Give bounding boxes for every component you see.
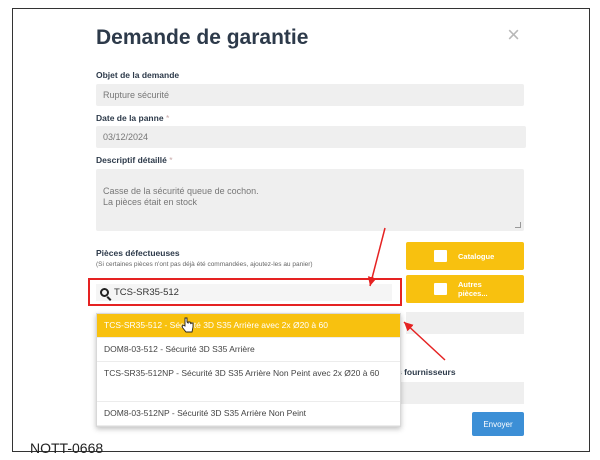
suggestion-option[interactable]: TCS-SR35-512 - Sécurité 3D S35 Arrière a… bbox=[97, 314, 400, 338]
book-icon bbox=[434, 250, 447, 262]
other-parts-button[interactable]: Autres pièces... bbox=[406, 275, 524, 303]
catalogue-label: Catalogue bbox=[458, 251, 495, 261]
parts-label: Pièces défectueuses bbox=[96, 248, 180, 258]
parts-search-highlight: TCS-SR35-512 bbox=[88, 278, 402, 306]
other-parts-label: Autres pièces... bbox=[458, 280, 488, 298]
parts-search-input[interactable]: TCS-SR35-512 bbox=[96, 284, 392, 301]
subject-field[interactable]: Rupture sécurité bbox=[96, 84, 524, 106]
resize-handle[interactable] bbox=[515, 222, 521, 228]
modal-title: Demande de garantie bbox=[96, 26, 309, 49]
search-value: TCS-SR35-512 bbox=[114, 287, 179, 298]
background-field bbox=[396, 382, 524, 404]
description-label: Descriptif détaillé * bbox=[96, 155, 173, 165]
date-label: Date de la panne * bbox=[96, 113, 169, 123]
parts-suggestions-dropdown: TCS-SR35-512 - Sécurité 3D S35 Arrière a… bbox=[96, 313, 401, 427]
search-icon bbox=[100, 288, 109, 297]
suggestion-option[interactable]: DOM8-03-512NP - Sécurité 3D S35 Arrière … bbox=[97, 402, 400, 426]
document-code: NOTT-0668 bbox=[30, 440, 104, 456]
background-field bbox=[406, 312, 524, 334]
warranty-request-modal: Demande de garantie × Objet de la demand… bbox=[80, 12, 540, 442]
box-icon bbox=[434, 283, 447, 295]
suggestion-option[interactable]: TCS-SR35-512NP - Sécurité 3D S35 Arrière… bbox=[97, 362, 400, 402]
parts-hint: (Si certaines pièces n'ont pas déjà été … bbox=[96, 261, 313, 268]
close-icon[interactable]: × bbox=[507, 22, 520, 48]
required-mark: * bbox=[169, 155, 173, 165]
date-field[interactable]: 03/12/2024 bbox=[96, 126, 526, 148]
date-label-text: Date de la panne bbox=[96, 113, 164, 123]
required-mark: * bbox=[165, 113, 170, 123]
description-textarea[interactable]: Casse de la sécurité queue de cochon. La… bbox=[96, 169, 524, 231]
suggestion-option[interactable]: DOM8-03-512 - Sécurité 3D S35 Arrière bbox=[97, 338, 400, 362]
subject-label: Objet de la demande bbox=[96, 70, 180, 80]
description-text: Casse de la sécurité queue de cochon. La… bbox=[103, 186, 259, 207]
catalogue-button[interactable]: Catalogue bbox=[406, 242, 524, 270]
suppliers-label: s fournisseurs bbox=[397, 367, 456, 377]
send-button[interactable]: Envoyer bbox=[472, 412, 524, 436]
description-label-text: Descriptif détaillé bbox=[96, 155, 167, 165]
